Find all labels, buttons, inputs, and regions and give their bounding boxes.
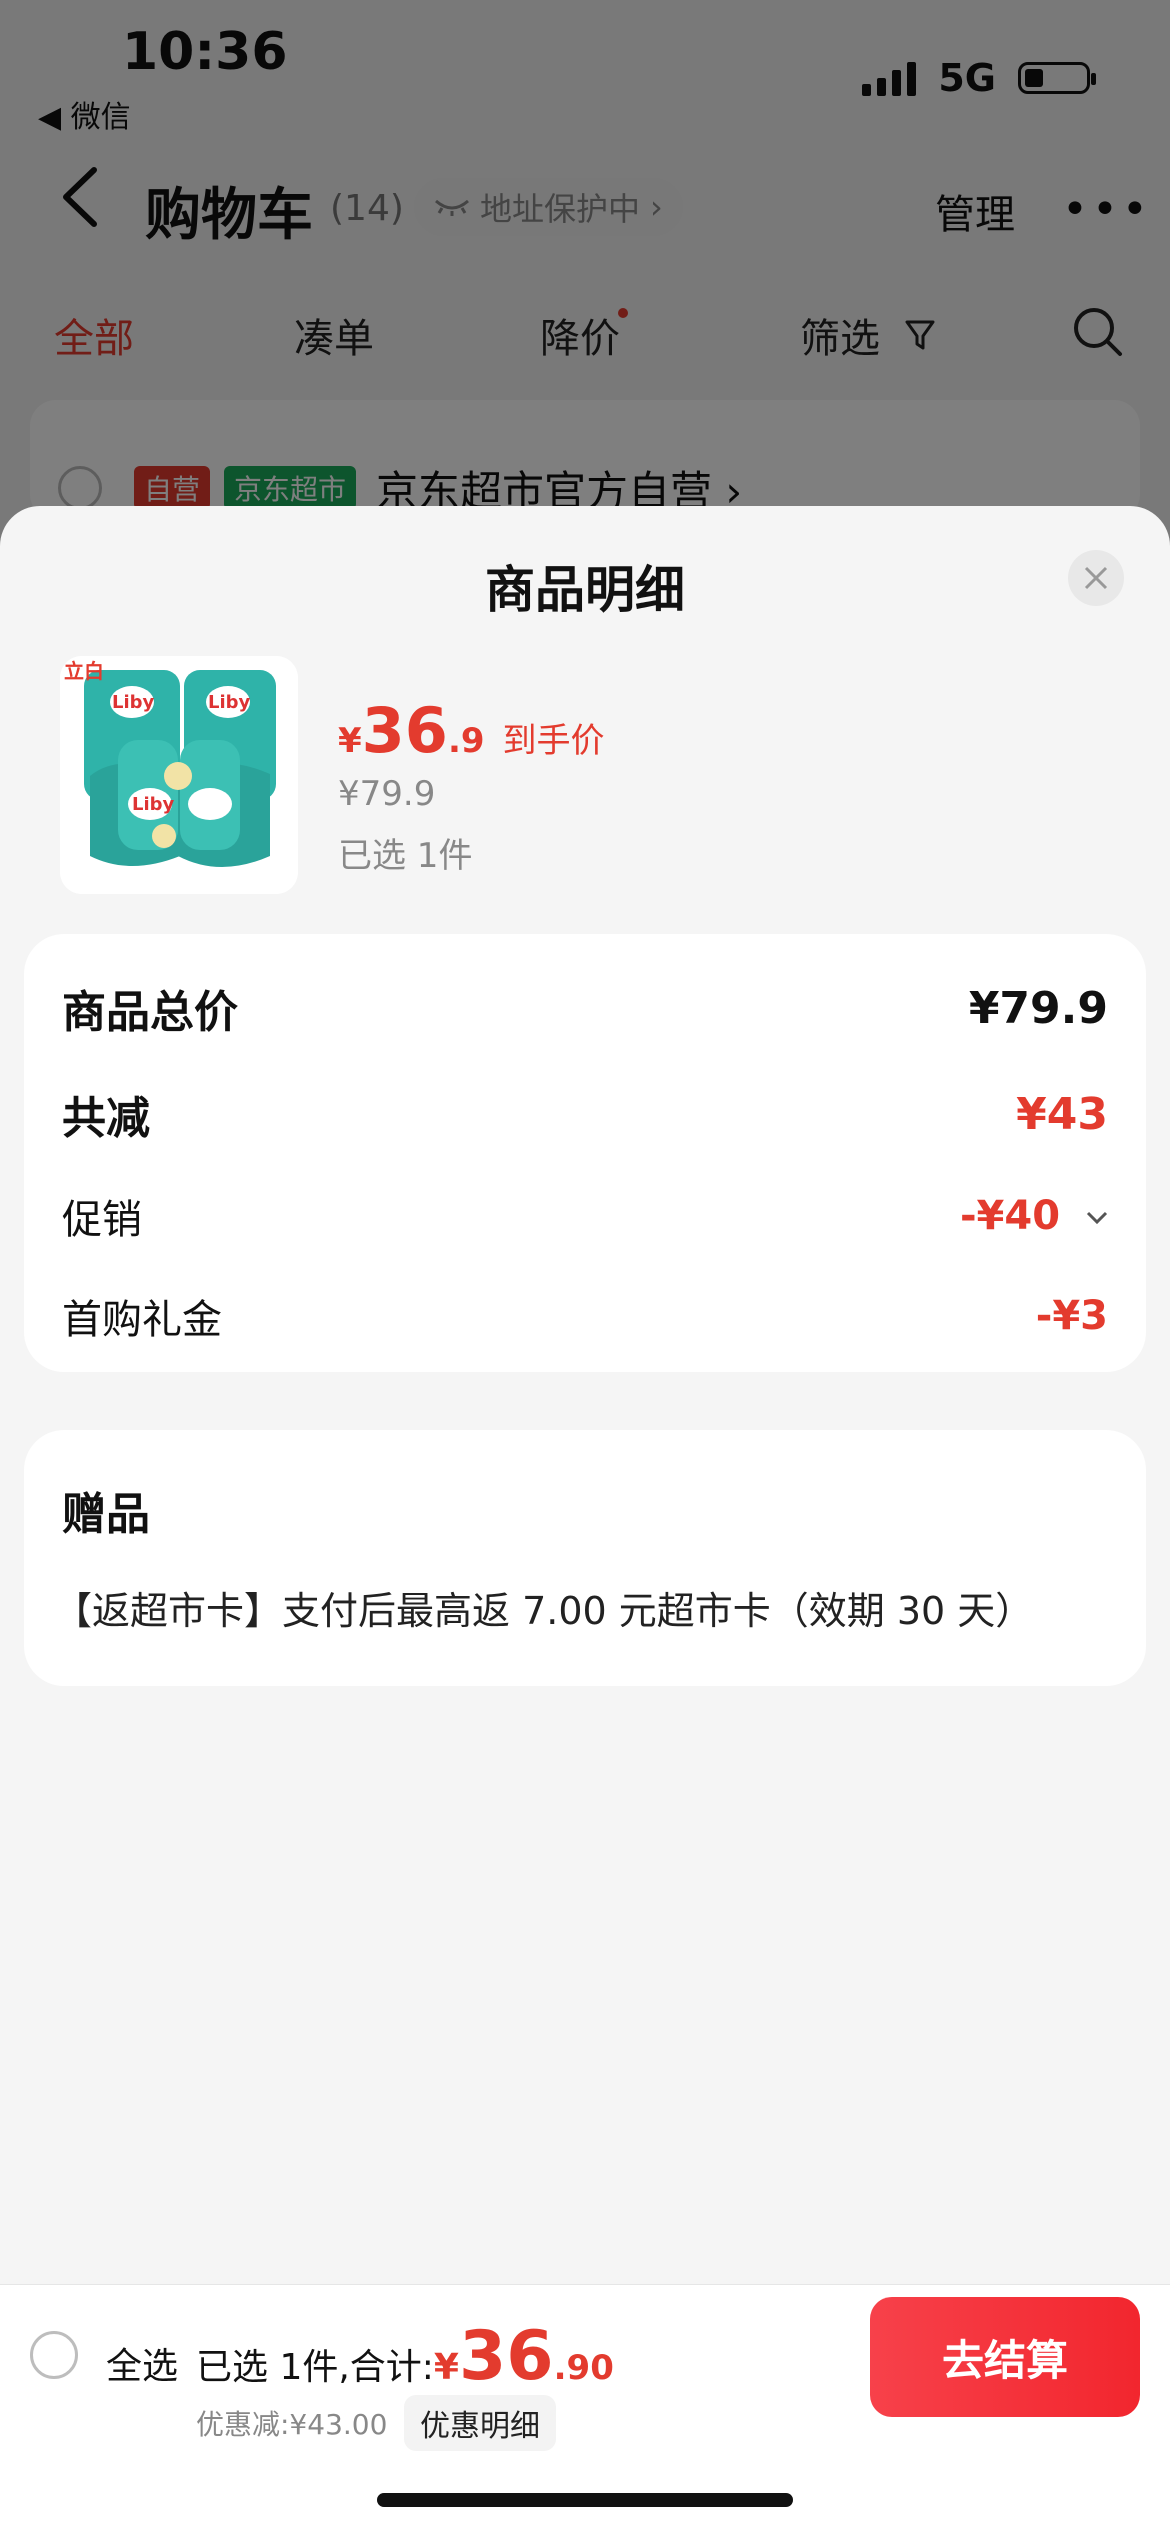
final-price-label: 到手价	[502, 721, 605, 761]
total-reduction-value: ¥43	[1016, 1088, 1108, 1140]
detergent-image: 立白 Liby Liby Liby	[60, 656, 298, 894]
home-indicator[interactable]	[377, 2493, 793, 2507]
chevron-right-icon: ›	[650, 188, 663, 226]
filter-icon	[905, 320, 935, 350]
promotion-row[interactable]: 促销 -¥40	[62, 1186, 1108, 1246]
promotion-label: 促销	[62, 1197, 142, 1243]
search-icon[interactable]	[1070, 304, 1126, 360]
gift-title: 赠品	[62, 1489, 150, 1540]
sheet-title: 商品明细	[485, 561, 685, 619]
self-operated-tag: 自营	[134, 466, 211, 510]
final-price: ¥ 36 .9 到手价	[338, 694, 605, 767]
svg-text:Liby: Liby	[112, 692, 155, 713]
tab-price-drop[interactable]: 降价	[540, 306, 628, 364]
svg-text:Liby: Liby	[208, 692, 251, 713]
back-to-app[interactable]: ◀ 微信	[38, 92, 131, 136]
product-summary: 立白 Liby Liby Liby ¥ 36 .9 到手价 ¥79.9 已选 1…	[60, 656, 1110, 896]
total-reduction-row: 共减 ¥43	[62, 1084, 1108, 1145]
final-price-symbol: ¥	[338, 721, 362, 761]
notification-dot	[618, 308, 628, 318]
discount-detail-button[interactable]: 优惠明细	[404, 2395, 556, 2451]
summary-price-dec: .90	[553, 2348, 614, 2388]
cart-count: (14)	[330, 188, 404, 229]
svg-text:立白: 立白	[64, 659, 104, 683]
page-title: 购物车	[145, 183, 313, 248]
tab-filter[interactable]: 筛选	[800, 306, 936, 364]
final-price-dec: .9	[447, 721, 485, 761]
summary-prefix: 已选 1件,合计:	[196, 2347, 434, 2388]
address-protection-label: 地址保护中	[480, 190, 641, 228]
gift-description: 【返超市卡】支付后最高返 7.00 元超市卡（效期 30 天）	[54, 1589, 1034, 1633]
first-purchase-gift-label: 首购礼金	[62, 1297, 222, 1343]
close-icon	[1084, 566, 1108, 590]
status-indicators: 5G	[862, 56, 1096, 100]
product-thumbnail[interactable]: 立白 Liby Liby Liby	[60, 656, 298, 894]
close-button[interactable]	[1068, 550, 1124, 606]
total-price-value: ¥79.9	[968, 982, 1108, 1034]
checkout-button[interactable]: 去结算	[870, 2297, 1140, 2417]
cart-tabs: 全部 凑单 降价 筛选	[0, 296, 1170, 376]
first-purchase-gift-row: 首购礼金 -¥3	[62, 1286, 1108, 1346]
summary-price-symbol: ¥	[433, 2347, 459, 2388]
select-all-radio[interactable]	[30, 2331, 78, 2379]
select-all-label[interactable]: 全选	[106, 2337, 178, 2389]
first-purchase-gift-value: -¥3	[1035, 1293, 1108, 1339]
battery-icon	[1018, 62, 1096, 94]
signal-icon	[862, 60, 917, 96]
gift-card: 赠品 【返超市卡】支付后最高返 7.00 元超市卡（效期 30 天）	[24, 1430, 1146, 1686]
promotion-value: -¥40	[959, 1193, 1061, 1239]
summary-price-int: 36	[458, 2317, 554, 2396]
tab-filter-label: 筛选	[800, 316, 880, 362]
tab-all[interactable]: 全部	[54, 306, 134, 364]
discount-amount: 优惠减:¥43.00	[196, 2408, 388, 2441]
tab-bundle[interactable]: 凑单	[294, 306, 374, 364]
store-row: 自营 京东超市 京东超市官方自营 ›	[30, 400, 1140, 520]
selected-quantity: 已选 1件	[338, 836, 473, 876]
more-icon[interactable]: •••	[1062, 184, 1152, 235]
chevron-down-icon[interactable]	[1086, 1211, 1108, 1225]
status-time: 10:36	[122, 22, 288, 82]
product-detail-sheet: 商品明细 立白 Liby Liby Liby ¥ 36 .9 到手价 ¥79.9…	[0, 506, 1170, 2532]
checkout-bar: 全选 已选 1件,合计: ¥ 36 .90 优惠减:¥43.00 优惠明细 去结…	[0, 2284, 1170, 2533]
final-price-int: 36	[361, 694, 448, 767]
order-summary: 已选 1件,合计: ¥ 36 .90	[196, 2317, 614, 2396]
back-icon[interactable]	[58, 164, 102, 230]
store-select-radio[interactable]	[58, 466, 102, 510]
total-price-label: 商品总价	[62, 987, 238, 1038]
tab-price-drop-label: 降价	[540, 316, 620, 362]
cart-nav-bar: 购物车 (14) 地址保护中 › 管理 •••	[0, 160, 1170, 250]
manage-button[interactable]: 管理	[935, 182, 1015, 240]
total-price-row: 商品总价 ¥79.9	[62, 978, 1108, 1039]
svg-text:Liby: Liby	[132, 794, 175, 815]
network-type: 5G	[938, 56, 996, 100]
original-price: ¥79.9	[338, 774, 436, 814]
supermarket-tag: 京东超市	[224, 466, 357, 510]
promotion-value-wrap: -¥40	[960, 1193, 1108, 1239]
eye-closed-icon	[435, 199, 469, 216]
price-breakdown-card: 商品总价 ¥79.9 共减 ¥43 促销 -¥40 首购礼金 -¥3	[24, 934, 1146, 1372]
address-protection[interactable]: 地址保护中 ›	[414, 178, 683, 236]
total-reduction-label: 共减	[62, 1093, 150, 1144]
